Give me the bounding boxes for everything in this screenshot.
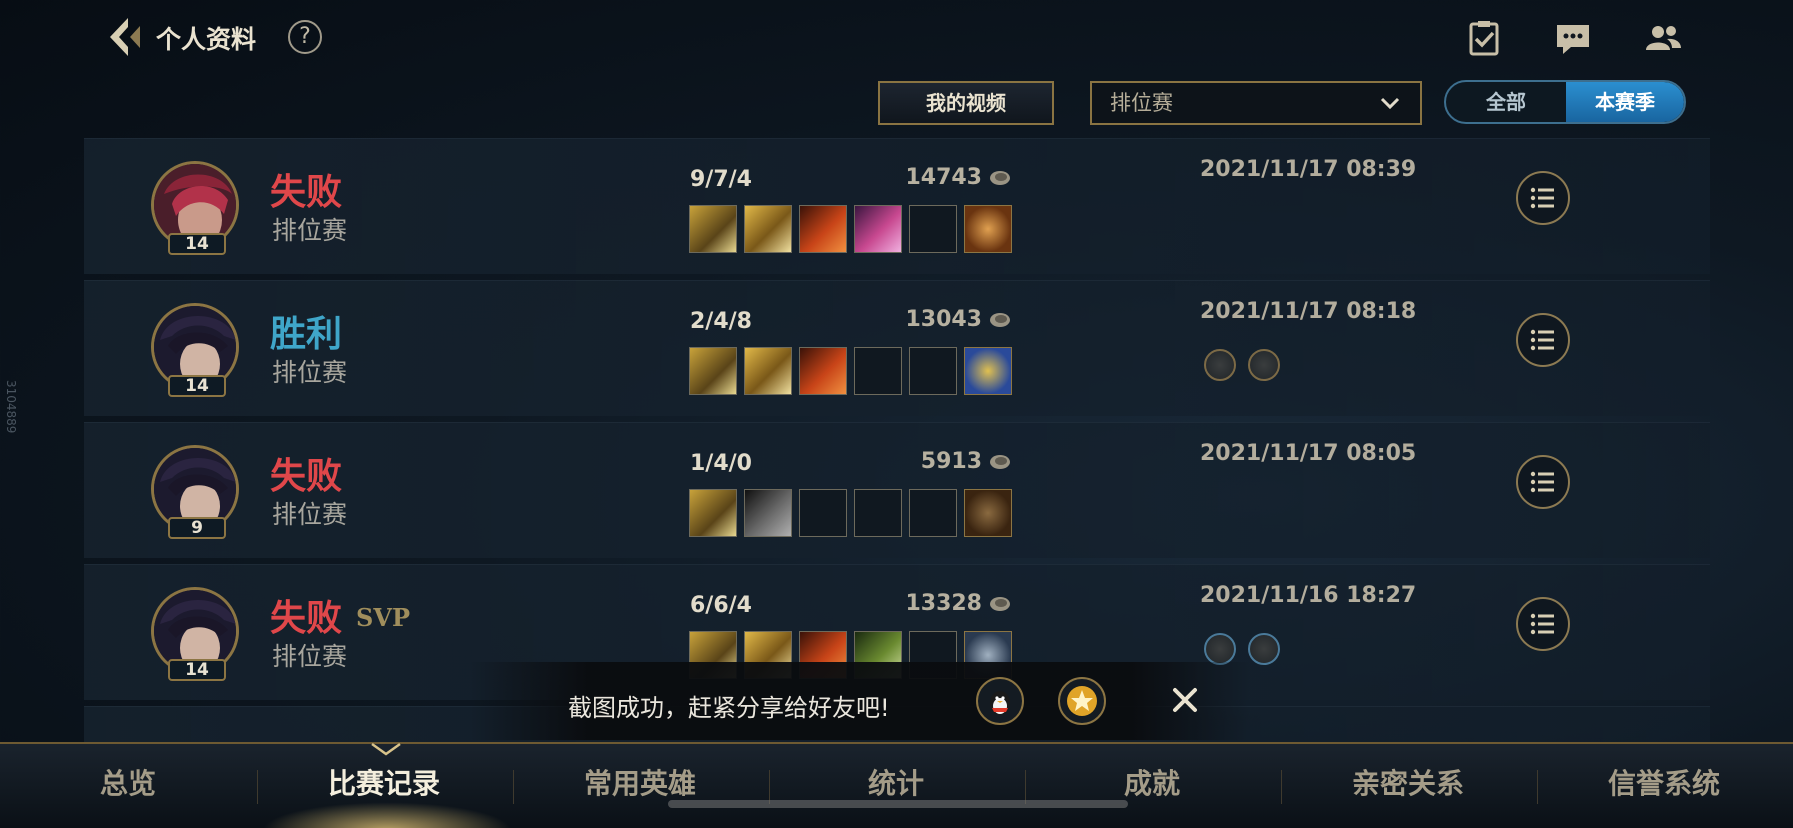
match-detail-button[interactable] xyxy=(1516,313,1570,367)
item-slot xyxy=(689,489,737,537)
bottom-tab-bar: 总览 比赛记录 常用英雄 统计 成就 亲密关系 信誉系统 xyxy=(0,742,1793,828)
list-icon xyxy=(1530,187,1554,209)
trinket-slot xyxy=(964,489,1012,537)
screenshot-toast: 截图成功，赶紧分享给好友吧! xyxy=(470,662,1250,740)
match-row[interactable]: 14 失败 排位赛 9/7/4 14743 2021/11/17 08:39 xyxy=(84,138,1710,274)
list-icon xyxy=(1530,329,1554,351)
match-detail-button[interactable] xyxy=(1516,455,1570,509)
hero-level-badge: 9 xyxy=(168,517,226,539)
share-qq-button[interactable] xyxy=(976,677,1024,725)
item-slot-empty xyxy=(909,347,957,395)
tab-match-history[interactable]: 比赛记录 xyxy=(256,762,512,802)
close-icon[interactable] xyxy=(1167,682,1203,718)
toggle-current-season-option[interactable]: 本赛季 xyxy=(1566,82,1684,122)
share-qzone-button[interactable] xyxy=(1058,677,1106,725)
gold-coin-icon xyxy=(990,455,1010,469)
match-result: 失败 xyxy=(270,456,343,497)
match-gold: 5913 xyxy=(920,449,982,474)
top-bar: 个人资料 ? xyxy=(0,0,1793,80)
page-title: 个人资料 xyxy=(156,25,257,54)
match-row[interactable]: 14 胜利 排位赛 2/4/8 13043 2021/11/17 08:18 xyxy=(84,280,1710,416)
back-arrow-icon[interactable] xyxy=(100,14,146,60)
item-slot xyxy=(744,205,792,253)
match-date: 2021/11/17 08:05 xyxy=(1200,441,1417,466)
item-slot-empty xyxy=(854,347,902,395)
qq-penguin-icon xyxy=(990,691,1010,715)
item-slot xyxy=(799,205,847,253)
list-icon xyxy=(1530,613,1554,635)
active-tab-indicator-icon xyxy=(371,742,401,756)
match-detail-button[interactable] xyxy=(1516,597,1570,651)
season-toggle[interactable]: 全部 本赛季 xyxy=(1444,80,1686,124)
match-mode: 排位赛 xyxy=(272,216,348,245)
list-icon xyxy=(1530,471,1554,493)
match-result: 失败 xyxy=(270,598,343,639)
chevron-down-icon xyxy=(1380,97,1400,110)
trinket-slot xyxy=(964,205,1012,253)
trinket-slot xyxy=(964,347,1012,395)
tab-favorite-heroes[interactable]: 常用英雄 xyxy=(512,762,768,802)
match-kda: 1/4/0 xyxy=(690,451,752,476)
game-mode-select[interactable]: 排位赛 xyxy=(1090,81,1422,125)
achievement-badge-icon xyxy=(1204,349,1236,381)
item-slot-empty xyxy=(909,205,957,253)
item-slot xyxy=(799,347,847,395)
toggle-all-option[interactable]: 全部 xyxy=(1446,82,1566,122)
achievement-badge-icon xyxy=(1204,633,1236,665)
tab-achievements[interactable]: 成就 xyxy=(1024,762,1280,802)
match-gold: 13043 xyxy=(905,307,982,332)
match-mode: 排位赛 xyxy=(272,500,348,529)
gold-coin-icon xyxy=(990,597,1010,611)
item-slot xyxy=(854,205,902,253)
match-date: 2021/11/16 18:27 xyxy=(1200,583,1417,608)
gold-coin-icon xyxy=(990,313,1010,327)
item-slot-empty xyxy=(854,489,902,537)
item-slot-empty xyxy=(909,489,957,537)
qzone-star-icon xyxy=(1067,686,1097,716)
game-mode-select-value: 排位赛 xyxy=(1110,91,1173,115)
match-gold: 14743 xyxy=(905,165,982,190)
active-tab-glow xyxy=(262,802,512,828)
tab-relationships[interactable]: 亲密关系 xyxy=(1280,762,1536,802)
item-slot xyxy=(689,205,737,253)
achievement-badge-icon xyxy=(1248,633,1280,665)
side-id-label: 3104889 xyxy=(4,380,18,434)
match-result: 失败 xyxy=(270,172,343,213)
match-mode: 排位赛 xyxy=(272,642,348,671)
match-date: 2021/11/17 08:18 xyxy=(1200,299,1417,324)
item-slot-empty xyxy=(799,489,847,537)
match-detail-button[interactable] xyxy=(1516,171,1570,225)
item-slot xyxy=(689,347,737,395)
item-slot xyxy=(744,347,792,395)
home-indicator[interactable] xyxy=(668,800,1128,808)
tab-overview[interactable]: 总览 xyxy=(0,762,256,802)
tab-honor-system[interactable]: 信誉系统 xyxy=(1536,762,1792,802)
match-row[interactable]: 9 失败 排位赛 1/4/0 5913 2021/11/17 08:05 xyxy=(84,422,1710,558)
item-slot xyxy=(744,489,792,537)
hero-level-badge: 14 xyxy=(168,375,226,397)
svp-badge: SVP xyxy=(356,603,410,632)
task-checklist-icon[interactable] xyxy=(1464,18,1504,58)
match-kda: 9/7/4 xyxy=(690,167,752,192)
hero-level-badge: 14 xyxy=(168,233,226,255)
match-gold: 13328 xyxy=(905,591,982,616)
my-videos-button[interactable]: 我的视频 xyxy=(878,81,1054,125)
chat-message-icon[interactable] xyxy=(1553,18,1593,58)
match-date: 2021/11/17 08:39 xyxy=(1200,157,1417,182)
friends-icon[interactable] xyxy=(1643,18,1683,58)
match-kda: 6/6/4 xyxy=(690,593,752,618)
match-kda: 2/4/8 xyxy=(690,309,752,334)
help-icon[interactable]: ? xyxy=(288,20,322,54)
match-result: 胜利 xyxy=(270,314,343,355)
match-mode: 排位赛 xyxy=(272,358,348,387)
toast-message: 截图成功，赶紧分享给好友吧! xyxy=(568,694,890,722)
hero-level-badge: 14 xyxy=(168,659,226,681)
gold-coin-icon xyxy=(990,171,1010,185)
achievement-badge-icon xyxy=(1248,349,1280,381)
tab-statistics[interactable]: 统计 xyxy=(768,762,1024,802)
